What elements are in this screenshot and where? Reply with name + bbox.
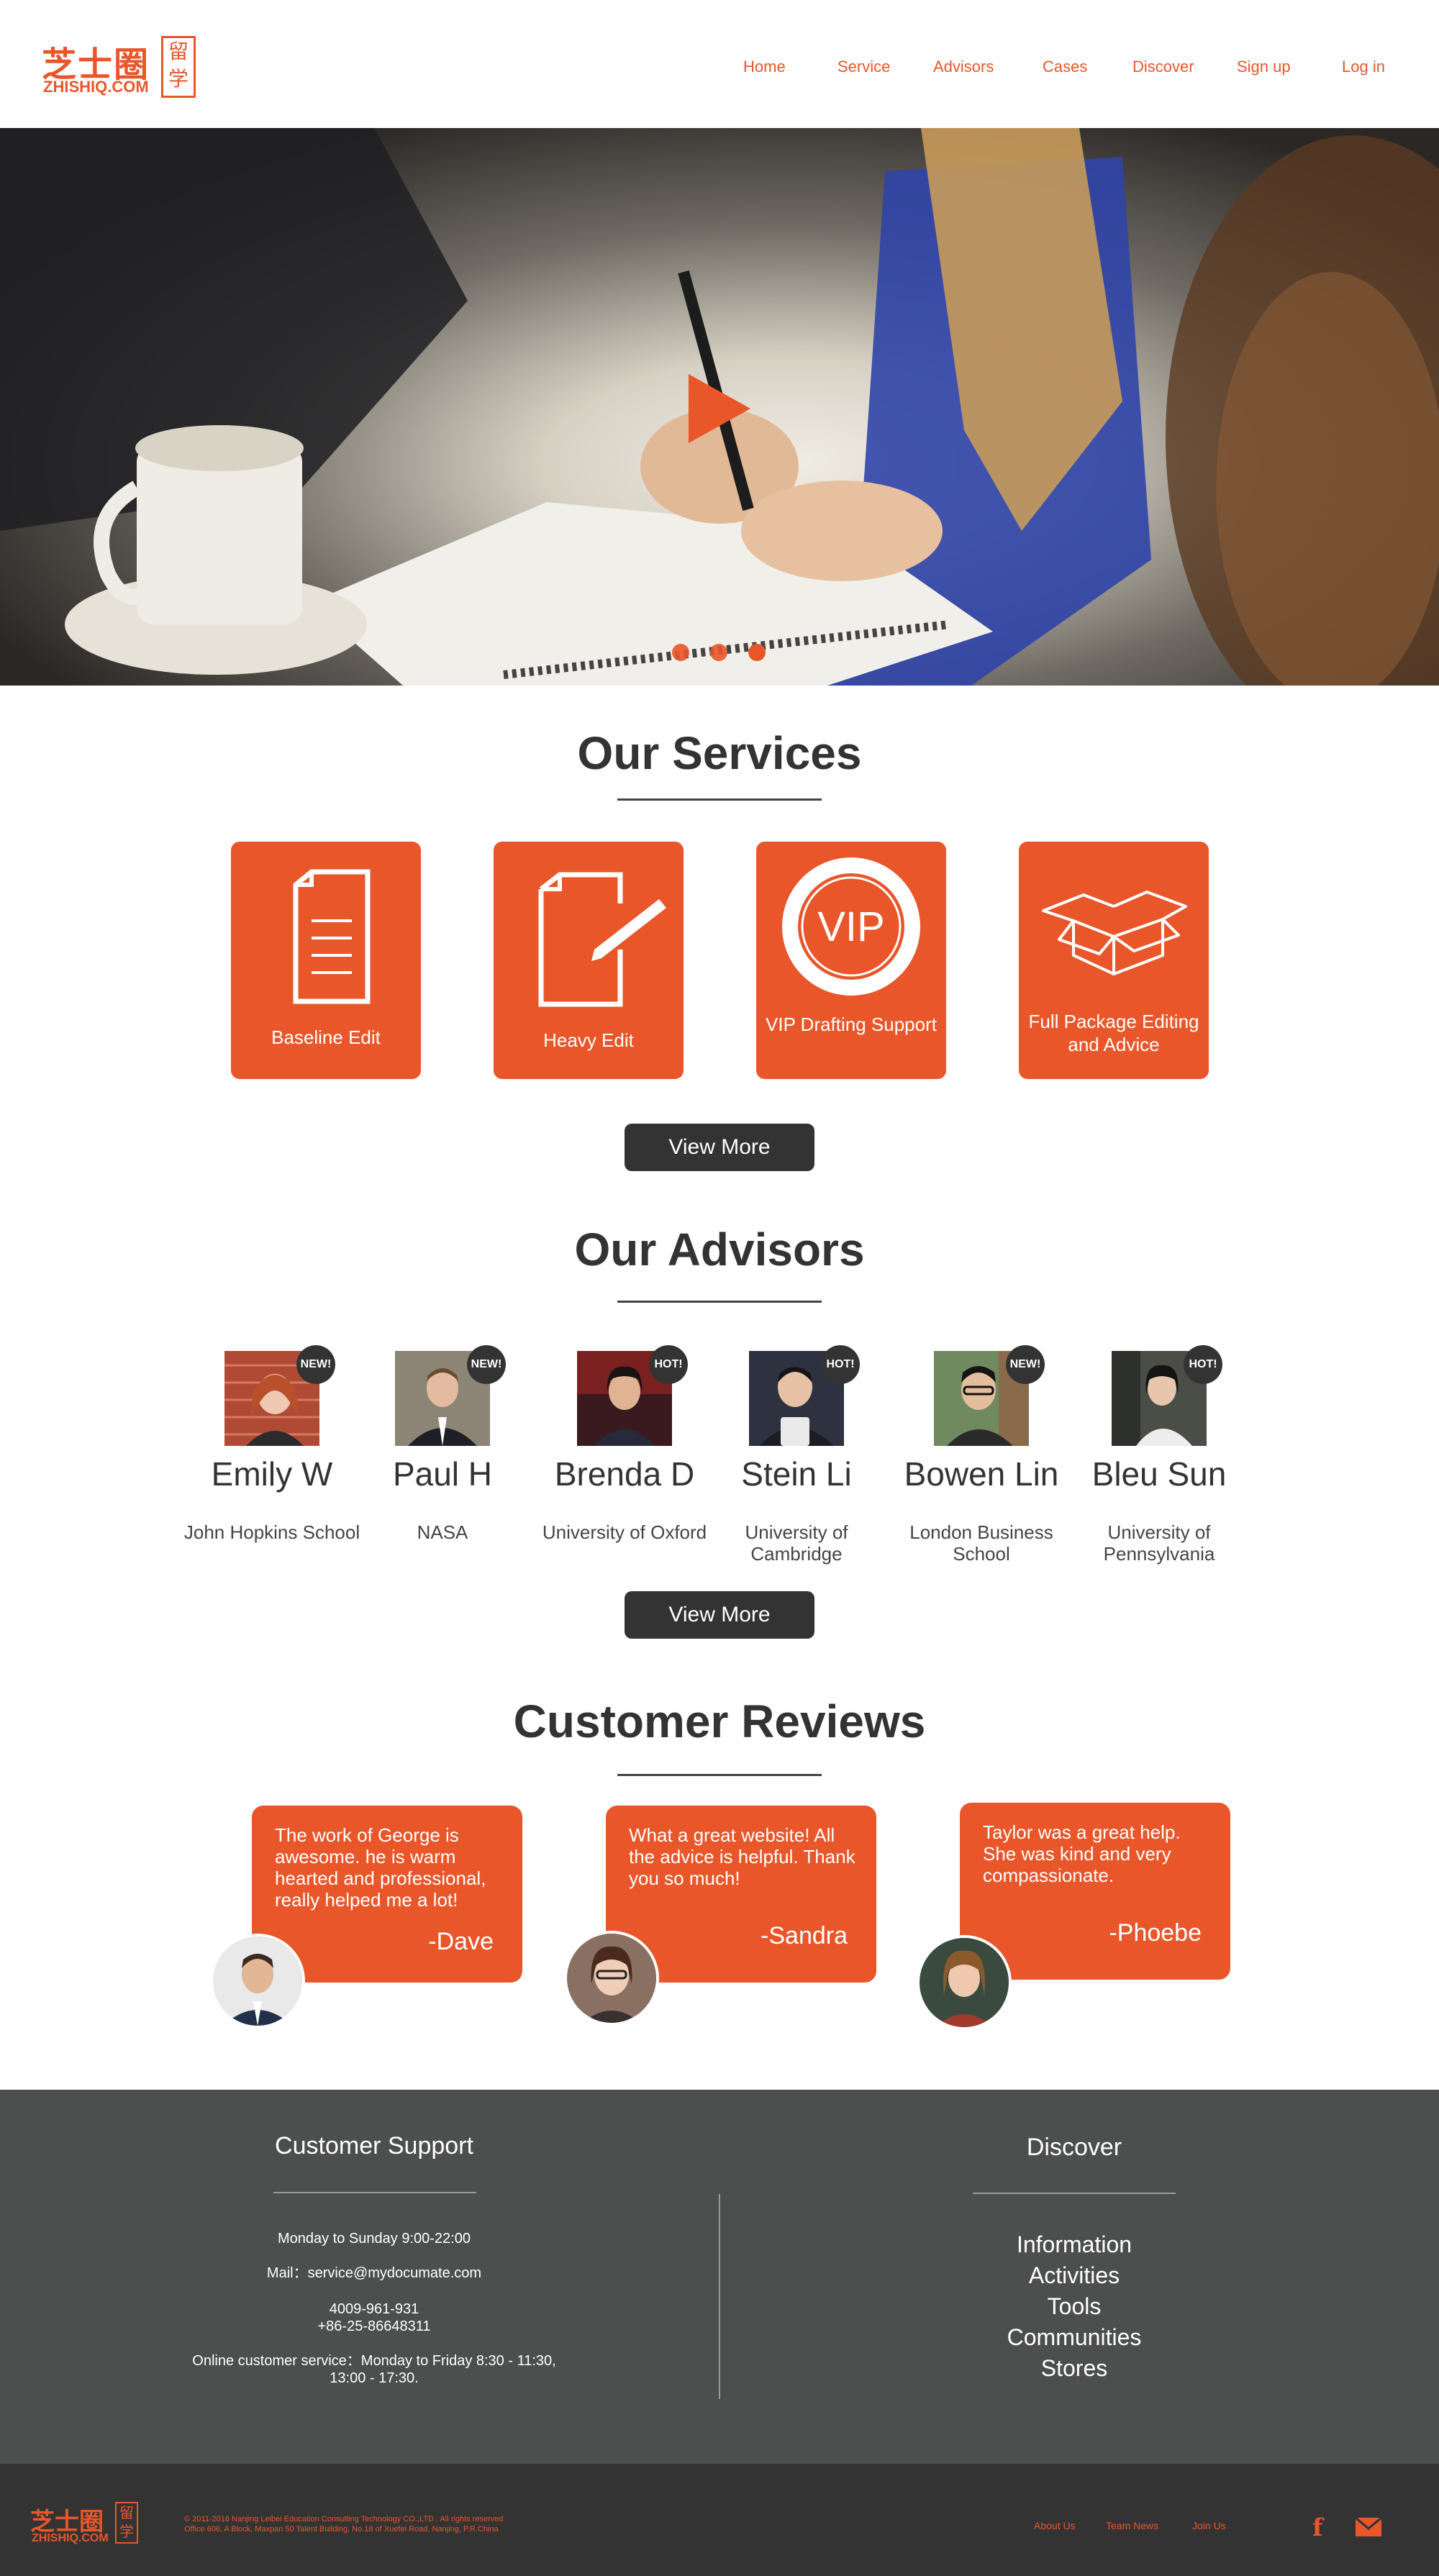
- discover-title: Discover: [1026, 2134, 1122, 2161]
- service-card-label: VIP Drafting Support: [766, 1014, 937, 1035]
- site-header: 芝士圈 ZHISHIQ.COM 留学 Home Service Advisors…: [0, 0, 1439, 128]
- advisor-badge: HOT!: [1184, 1345, 1222, 1384]
- nav-service[interactable]: Service: [837, 58, 890, 76]
- nav-sign-up[interactable]: Sign up: [1237, 58, 1291, 76]
- advisor-badge: HOT!: [821, 1345, 860, 1384]
- advisor-name: Bleu Sun: [1091, 1455, 1227, 1493]
- advisors-title: Our Advisors: [574, 1224, 865, 1275]
- service-card-full-package[interactable]: Full Package Editing and Advice: [1019, 842, 1209, 1079]
- carousel-dot-3[interactable]: [748, 644, 766, 661]
- copyright-text: © 2011-2016 Nanjing Leibei Education Con…: [184, 2515, 504, 2523]
- footer-logo-english: ZHISHIQ.COM: [32, 2532, 109, 2544]
- support-phone-1: 4009-961-931: [329, 2301, 419, 2317]
- discover-link-activities[interactable]: Activities: [930, 2262, 1218, 2289]
- advisor-name: Stein Li: [741, 1455, 852, 1493]
- mail-icon[interactable]: [1356, 2518, 1381, 2536]
- address-text: Office 606, A Block, Maxpan 50 Talent Bu…: [184, 2525, 499, 2534]
- carousel-dot-2[interactable]: [710, 644, 727, 661]
- advisor-school: NASA: [417, 1521, 468, 1543]
- edit-document-icon: [538, 872, 666, 1007]
- discover-link-communities[interactable]: Communities: [930, 2324, 1218, 2351]
- service-card-heavy-edit[interactable]: Heavy Edit: [494, 842, 684, 1079]
- service-card-baseline-edit[interactable]: Baseline Edit: [231, 842, 421, 1079]
- review-author: -Phoebe: [1109, 1919, 1202, 1947]
- open-box-icon: [1042, 891, 1187, 975]
- support-hours: Monday to Sunday 9:00-22:00: [278, 2231, 471, 2247]
- discover-link-stores[interactable]: Stores: [930, 2355, 1218, 2382]
- support-mail[interactable]: Mail：service@mydocumate.com: [158, 2265, 590, 2282]
- site-logo[interactable]: 芝士圈 ZHISHIQ.COM 留学: [42, 36, 196, 98]
- advisor-badge: NEW!: [296, 1345, 335, 1384]
- footer-link-join-us[interactable]: Join Us: [1192, 2520, 1226, 2531]
- nav-advisors[interactable]: Advisors: [933, 58, 994, 76]
- reviewer-avatar: [210, 1934, 305, 2029]
- footer-link-about-us[interactable]: About Us: [1034, 2520, 1076, 2531]
- advisor-name: Paul H: [392, 1455, 493, 1493]
- discover-underline: [973, 2193, 1176, 2194]
- advisor-school: John Hopkins School: [183, 1521, 360, 1543]
- review-author: -Dave: [428, 1928, 494, 1955]
- logo-english-text: ZHISHIQ.COM: [43, 78, 149, 96]
- advisor-school: University of Oxford: [542, 1521, 707, 1543]
- nav-cases[interactable]: Cases: [1043, 58, 1087, 76]
- service-card-label: Baseline Edit: [271, 1027, 381, 1048]
- document-icon: [293, 869, 371, 1004]
- advisor-school: University of Pennsylvania: [1103, 1521, 1215, 1565]
- reviewer-avatar: [917, 1935, 1012, 2030]
- play-video-icon[interactable]: [689, 374, 750, 443]
- nav-home[interactable]: Home: [743, 58, 786, 76]
- footer-link-team-news[interactable]: Team News: [1106, 2520, 1158, 2531]
- nav-discover[interactable]: Discover: [1132, 58, 1194, 76]
- reviewer-avatar: [564, 1931, 659, 2026]
- customer-support-underline: [273, 2192, 476, 2193]
- hero-banner: [0, 128, 1439, 686]
- advisor-badge: HOT!: [649, 1345, 688, 1384]
- review-text: The work of George is awesome. he is war…: [275, 1824, 486, 1911]
- vip-seal-text: VIP: [817, 904, 885, 950]
- discover-link-tools[interactable]: Tools: [930, 2293, 1218, 2320]
- advisors-view-more-button[interactable]: View More: [625, 1591, 814, 1639]
- advisors-title-underline: [617, 1301, 822, 1303]
- reviews-title-underline: [617, 1774, 822, 1776]
- customer-support-title: Customer Support: [275, 2132, 473, 2159]
- service-card-label: Heavy Edit: [543, 1029, 634, 1051]
- footer-logo-seal: 留学: [115, 2502, 138, 2544]
- carousel-dot-1[interactable]: [672, 644, 689, 661]
- advisor-badge: NEW!: [467, 1345, 506, 1384]
- vip-seal-icon: VIP: [782, 857, 920, 996]
- service-card-label: Full Package Editing and Advice: [1028, 1011, 1199, 1055]
- advisor-school: University of Cambridge: [745, 1521, 848, 1565]
- review-text: What a great website! All the advice is …: [629, 1824, 855, 1889]
- advisor-badge: NEW!: [1006, 1345, 1045, 1384]
- support-online-hours: Online customer service：Monday to Friday…: [192, 2353, 556, 2386]
- services-title: Our Services: [577, 727, 862, 779]
- review-author: -Sandra: [761, 1922, 848, 1949]
- footer-divider: [719, 2194, 720, 2399]
- services-view-more-button[interactable]: View More: [625, 1124, 814, 1171]
- advisor-school: London Business School: [909, 1521, 1053, 1565]
- facebook-icon[interactable]: f: [1312, 2513, 1323, 2542]
- review-text: Taylor was a great help. She was kind an…: [983, 1821, 1181, 1886]
- discover-link-information[interactable]: Information: [930, 2231, 1218, 2258]
- services-title-underline: [617, 798, 822, 801]
- nav-log-in[interactable]: Log in: [1342, 58, 1385, 76]
- logo-seal: 留学: [161, 36, 196, 98]
- support-phone-2: +86-25-86648311: [317, 2318, 431, 2334]
- reviews-title: Customer Reviews: [513, 1696, 926, 1747]
- footer-logo[interactable]: 芝士圈 ZHISHIQ.COM 留学: [30, 2502, 138, 2547]
- service-card-vip[interactable]: VIP VIP Drafting Support: [756, 842, 946, 1079]
